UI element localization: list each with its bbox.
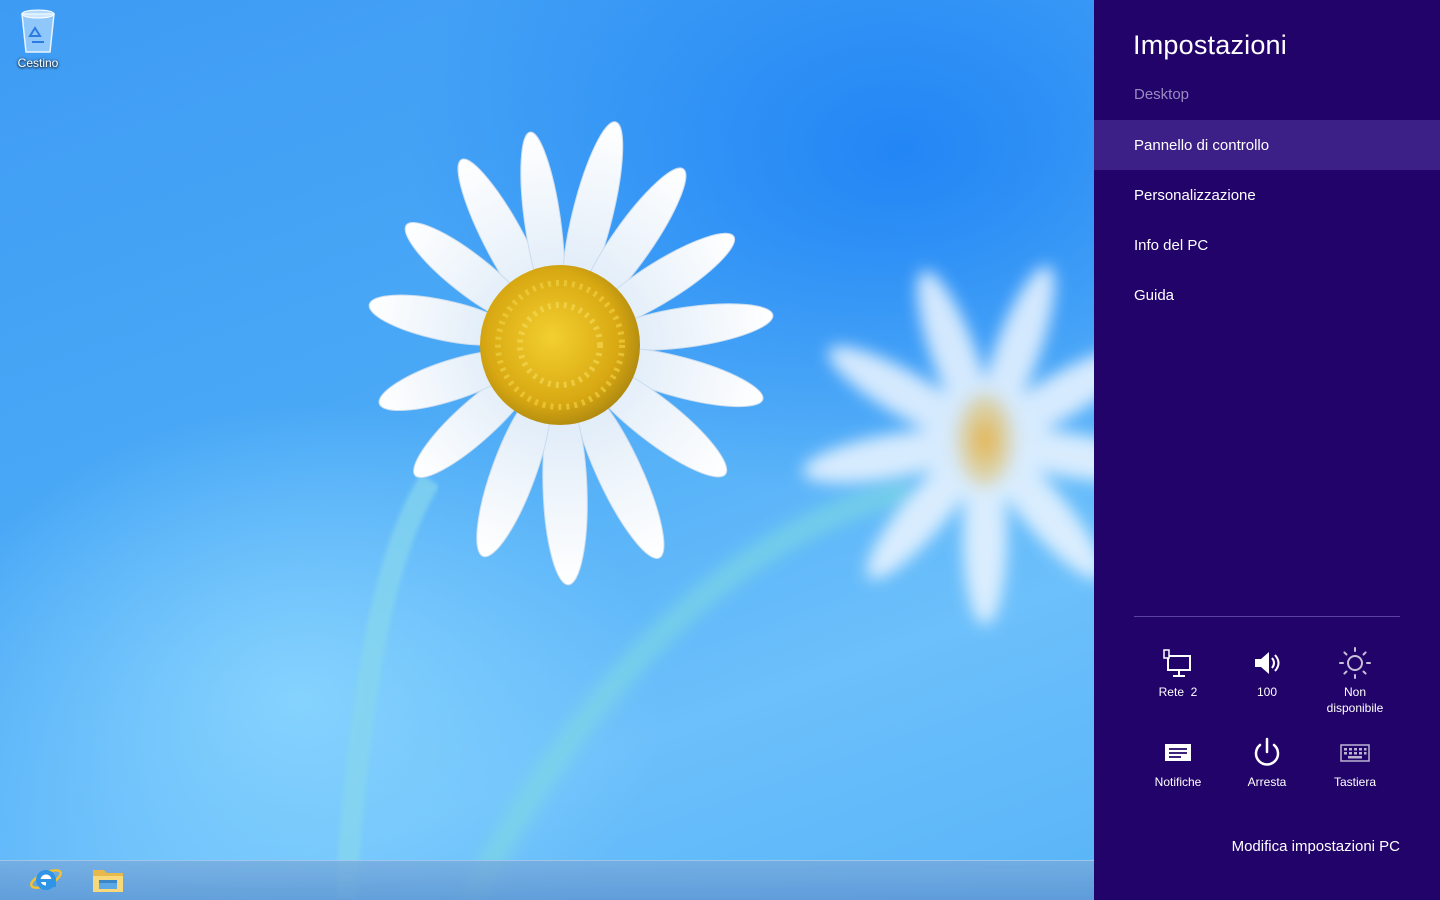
notifications-button[interactable]: Notifiche	[1134, 734, 1222, 790]
settings-context-label: Desktop	[1134, 86, 1190, 103]
taskbar-internet-explorer-button[interactable]	[18, 861, 74, 900]
taskbar-file-explorer-button[interactable]	[80, 861, 136, 900]
quick-settings-divider	[1134, 616, 1400, 617]
notifications-label: Notifiche	[1154, 775, 1202, 789]
keyboard-button[interactable]: Tastiera	[1311, 734, 1399, 790]
change-pc-settings-link[interactable]: Modifica impostazioni PC	[1232, 838, 1400, 855]
menu-item-help[interactable]: Guida	[1094, 270, 1440, 320]
recycle-bin[interactable]: Cestino	[8, 6, 68, 70]
menu-item-label: Pannello di controllo	[1134, 136, 1270, 154]
brightness-icon	[1311, 644, 1399, 682]
recycle-bin-icon	[18, 6, 58, 54]
network-icon	[1134, 644, 1222, 682]
settings-charm-pane: Impostazioni Desktop Pannello di control…	[1094, 0, 1440, 900]
recycle-bin-label: Cestino	[17, 56, 59, 70]
desktop: Cestino	[0, 0, 1094, 900]
network-button[interactable]: Rete 2	[1134, 644, 1222, 700]
daisy-wallpaper	[334, 121, 1094, 900]
brightness-label-line2: disponibile	[1326, 701, 1384, 715]
brightness-button[interactable]: Non disponibile	[1311, 644, 1399, 716]
menu-item-label: Info del PC	[1134, 236, 1209, 254]
network-label: Rete 2	[1158, 685, 1198, 699]
keyboard-icon	[1311, 734, 1399, 772]
menu-item-control-panel[interactable]: Pannello di controllo	[1094, 120, 1440, 170]
menu-item-personalization[interactable]: Personalizzazione	[1094, 170, 1440, 220]
power-icon	[1223, 734, 1311, 772]
power-label: Arresta	[1247, 775, 1287, 789]
power-button[interactable]: Arresta	[1223, 734, 1311, 790]
menu-item-label: Personalizzazione	[1134, 186, 1256, 204]
taskbar	[0, 860, 1094, 900]
keyboard-label: Tastiera	[1333, 775, 1377, 789]
settings-title: Impostazioni	[1133, 30, 1287, 60]
volume-label: 100	[1256, 685, 1278, 699]
menu-item-label: Guida	[1134, 286, 1175, 304]
volume-button[interactable]: 100	[1223, 644, 1311, 700]
volume-icon	[1223, 644, 1311, 682]
internet-explorer-icon	[29, 862, 63, 900]
notifications-icon	[1134, 734, 1222, 772]
menu-item-pc-info[interactable]: Info del PC	[1094, 220, 1440, 270]
brightness-label-line1: Non	[1343, 685, 1366, 699]
folder-icon	[91, 864, 125, 899]
